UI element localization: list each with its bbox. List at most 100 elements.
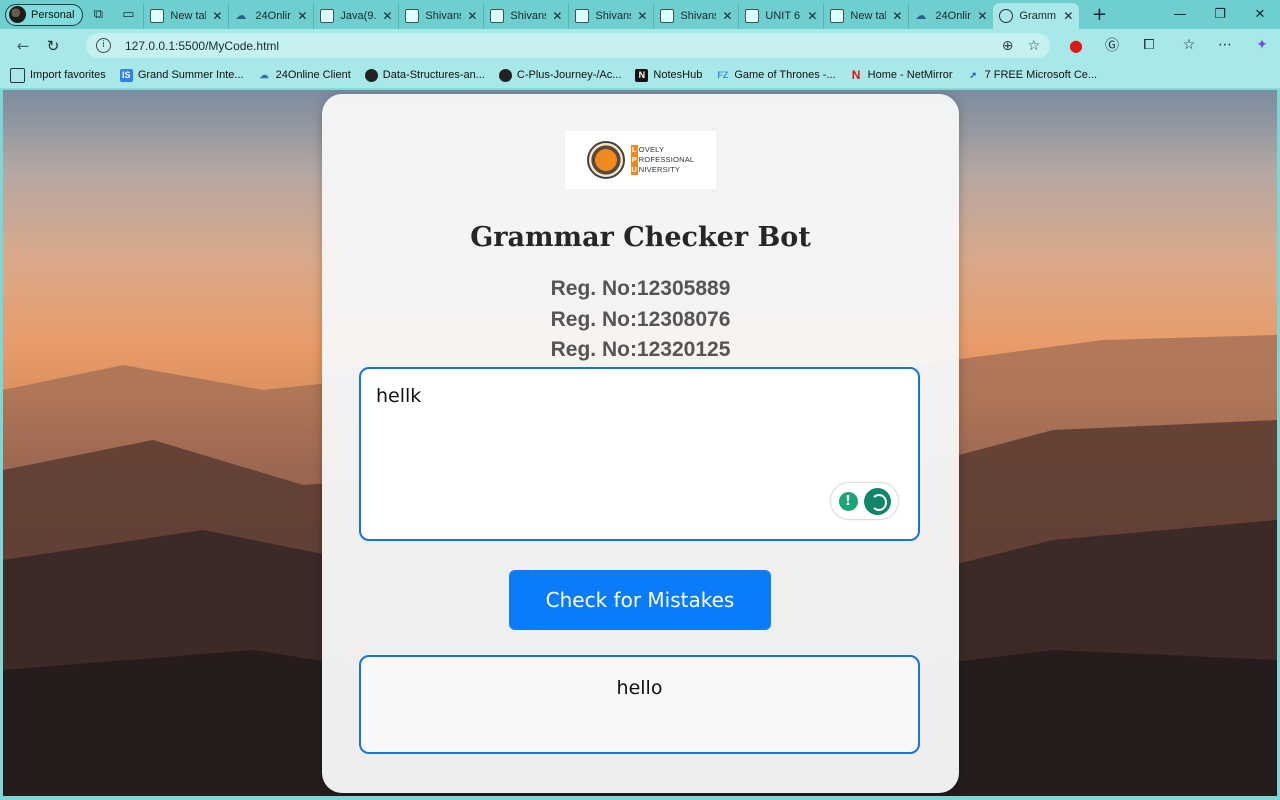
url-text[interactable]: 127.0.0.1:5500/MyCode.html	[125, 39, 988, 53]
close-icon[interactable]: ✕	[467, 9, 477, 23]
cloud-icon: ☁	[259, 69, 269, 80]
fav-24online-client[interactable]: ☁ 24Online Client	[258, 69, 351, 82]
tab-title: New tab	[170, 10, 206, 22]
close-icon[interactable]: ✕	[722, 9, 732, 23]
fav-c-plus-journey[interactable]: C-Plus-Journey-/Ac...	[498, 68, 621, 82]
close-icon[interactable]: ✕	[1063, 9, 1073, 23]
page-icon	[150, 9, 165, 23]
tab-24online-2[interactable]: ☁ 24Onlin ✕	[908, 3, 993, 29]
tab-shivans-2[interactable]: Shivans ✕	[483, 3, 568, 29]
fav-grand-summer[interactable]: IS Grand Summer Inte...	[119, 68, 244, 82]
tab-java[interactable]: Java(9.6 ✕	[313, 3, 398, 29]
main-card: L OVELY P ROFESSIONAL U NIVERSITY Grammar C…	[322, 94, 959, 793]
university-seal-icon	[586, 141, 625, 179]
grammarly-icon[interactable]	[863, 487, 891, 515]
tab-shivans-3[interactable]: Shivans ✕	[568, 3, 653, 29]
page-icon	[575, 9, 590, 23]
tab-title: Java(9.6	[340, 10, 377, 22]
close-icon[interactable]: ✕	[637, 9, 647, 23]
page-icon	[490, 9, 505, 23]
page-icon	[830, 9, 845, 23]
tab-unit6[interactable]: UNIT 6 ✕	[738, 3, 823, 29]
tab-title: 24Online	[255, 10, 292, 22]
address-bar[interactable]: i 127.0.0.1:5500/MyCode.html ⊕ ☆	[86, 33, 1050, 58]
refresh-icon[interactable]: ↻	[38, 37, 68, 55]
tab-grammar-active[interactable]: Gramm ✕	[993, 3, 1080, 29]
reg-number-3: Reg. No:12320125	[550, 338, 731, 361]
fav-netmirror[interactable]: N Home - NetMirror	[850, 68, 953, 82]
reg-number-2: Reg. No:12308076	[550, 308, 731, 331]
workspaces-icon[interactable]: ⧉	[90, 7, 106, 23]
fav-label: 24Online Client	[275, 69, 351, 81]
fav-data-structures[interactable]: Data-Structures-an...	[364, 68, 485, 82]
grammarly-extension-icon[interactable]: Ⓖ	[1102, 35, 1122, 55]
copilot-icon[interactable]: ✦	[1252, 35, 1272, 55]
fav-import-favorites[interactable]: Import favorites	[10, 67, 106, 83]
close-icon[interactable]: ✕	[807, 9, 817, 23]
tab-title: Shivans	[425, 10, 462, 22]
tab-title: Gramm	[1019, 10, 1057, 22]
logo-wordmark: L OVELY P ROFESSIONAL U NIVERSITY	[630, 145, 695, 175]
maximize-icon[interactable]: ❐	[1200, 0, 1240, 29]
page-title: Grammar Checker Bot	[470, 222, 811, 253]
tab-new-tab[interactable]: New tab ✕	[143, 3, 228, 29]
tab-title: UNIT 6	[765, 10, 801, 22]
close-icon[interactable]: ✕	[977, 9, 987, 23]
corrected-output: hello	[359, 655, 920, 754]
close-icon[interactable]: ✕	[297, 9, 307, 23]
cloud-icon: ☁	[915, 10, 927, 22]
fav-label: Game of Thrones -...	[734, 69, 836, 81]
fz-icon: FZ	[717, 69, 729, 80]
extensions-icon[interactable]: ⧠	[1139, 35, 1159, 55]
navigation-bar: ← ↻ i 127.0.0.1:5500/MyCode.html ⊕ ☆ ● Ⓖ…	[0, 29, 1280, 62]
tab-24online[interactable]: ☁ 24Online ✕	[228, 3, 313, 29]
tab-title: 24Onlin	[935, 10, 972, 22]
close-icon[interactable]: ✕	[552, 9, 562, 23]
fav-game-of-thrones[interactable]: FZ Game of Thrones -...	[716, 69, 835, 82]
avatar	[9, 6, 26, 23]
back-icon[interactable]: ←	[8, 37, 38, 55]
noteshub-icon: N	[635, 68, 649, 82]
more-menu-icon[interactable]: ⋯	[1215, 35, 1235, 55]
close-icon[interactable]: ✕	[382, 9, 392, 23]
grammarly-widget[interactable]: !	[831, 483, 898, 519]
site-info-icon[interactable]: i	[96, 38, 111, 53]
fav-label: 7 FREE Microsoft Ce...	[984, 69, 1098, 81]
tab-new-tab-2[interactable]: New tab ✕	[823, 3, 908, 29]
tab-title: Shivans	[510, 10, 547, 22]
window-controls: — ❐ ✕	[1160, 0, 1280, 29]
import-icon	[10, 67, 25, 83]
minimize-icon[interactable]: —	[1160, 0, 1200, 29]
fav-label: Data-Structures-an...	[382, 69, 485, 81]
cloud-icon: ☁	[235, 10, 247, 22]
github-icon	[364, 68, 378, 82]
fav-microsoft-certs[interactable]: ➚ 7 FREE Microsoft Ce...	[967, 69, 1097, 82]
close-window-icon[interactable]: ✕	[1240, 0, 1280, 29]
github-icon	[498, 68, 512, 82]
opera-icon[interactable]: ●	[1066, 35, 1086, 55]
globe-icon	[999, 9, 1014, 23]
tab-title: New tab	[850, 10, 886, 22]
profile-button[interactable]: Personal	[5, 3, 84, 26]
page-icon	[660, 9, 675, 23]
tab-actions-icon[interactable]: ▭	[120, 7, 136, 23]
check-mistakes-button[interactable]: Check for Mistakes	[509, 570, 771, 630]
close-icon[interactable]: ✕	[892, 9, 902, 23]
favorites-icon[interactable]: ☆	[1179, 35, 1199, 55]
lightbulb-icon[interactable]: !	[838, 491, 858, 511]
close-icon[interactable]: ✕	[212, 9, 222, 23]
zoom-icon[interactable]: ⊕	[1002, 38, 1014, 54]
reg-number-1: Reg. No:12305889	[550, 277, 731, 300]
text-input[interactable]: hellk	[361, 369, 918, 539]
tab-title: Shivans	[595, 10, 632, 22]
fav-label: Grand Summer Inte...	[137, 69, 244, 81]
page-viewport: L OVELY P ROFESSIONAL U NIVERSITY Grammar C…	[3, 90, 1277, 796]
fav-noteshub[interactable]: N NotesHub	[635, 68, 702, 82]
tab-shivans-1[interactable]: Shivans ✕	[398, 3, 483, 29]
tab-shivans-4[interactable]: Shivans ✕	[653, 3, 738, 29]
favorite-star-icon[interactable]: ☆	[1027, 38, 1040, 54]
new-tab-button[interactable]: +	[1089, 4, 1109, 25]
page-icon	[320, 9, 335, 23]
fav-label: Import favorites	[30, 69, 106, 81]
link-icon: ➚	[969, 69, 977, 80]
